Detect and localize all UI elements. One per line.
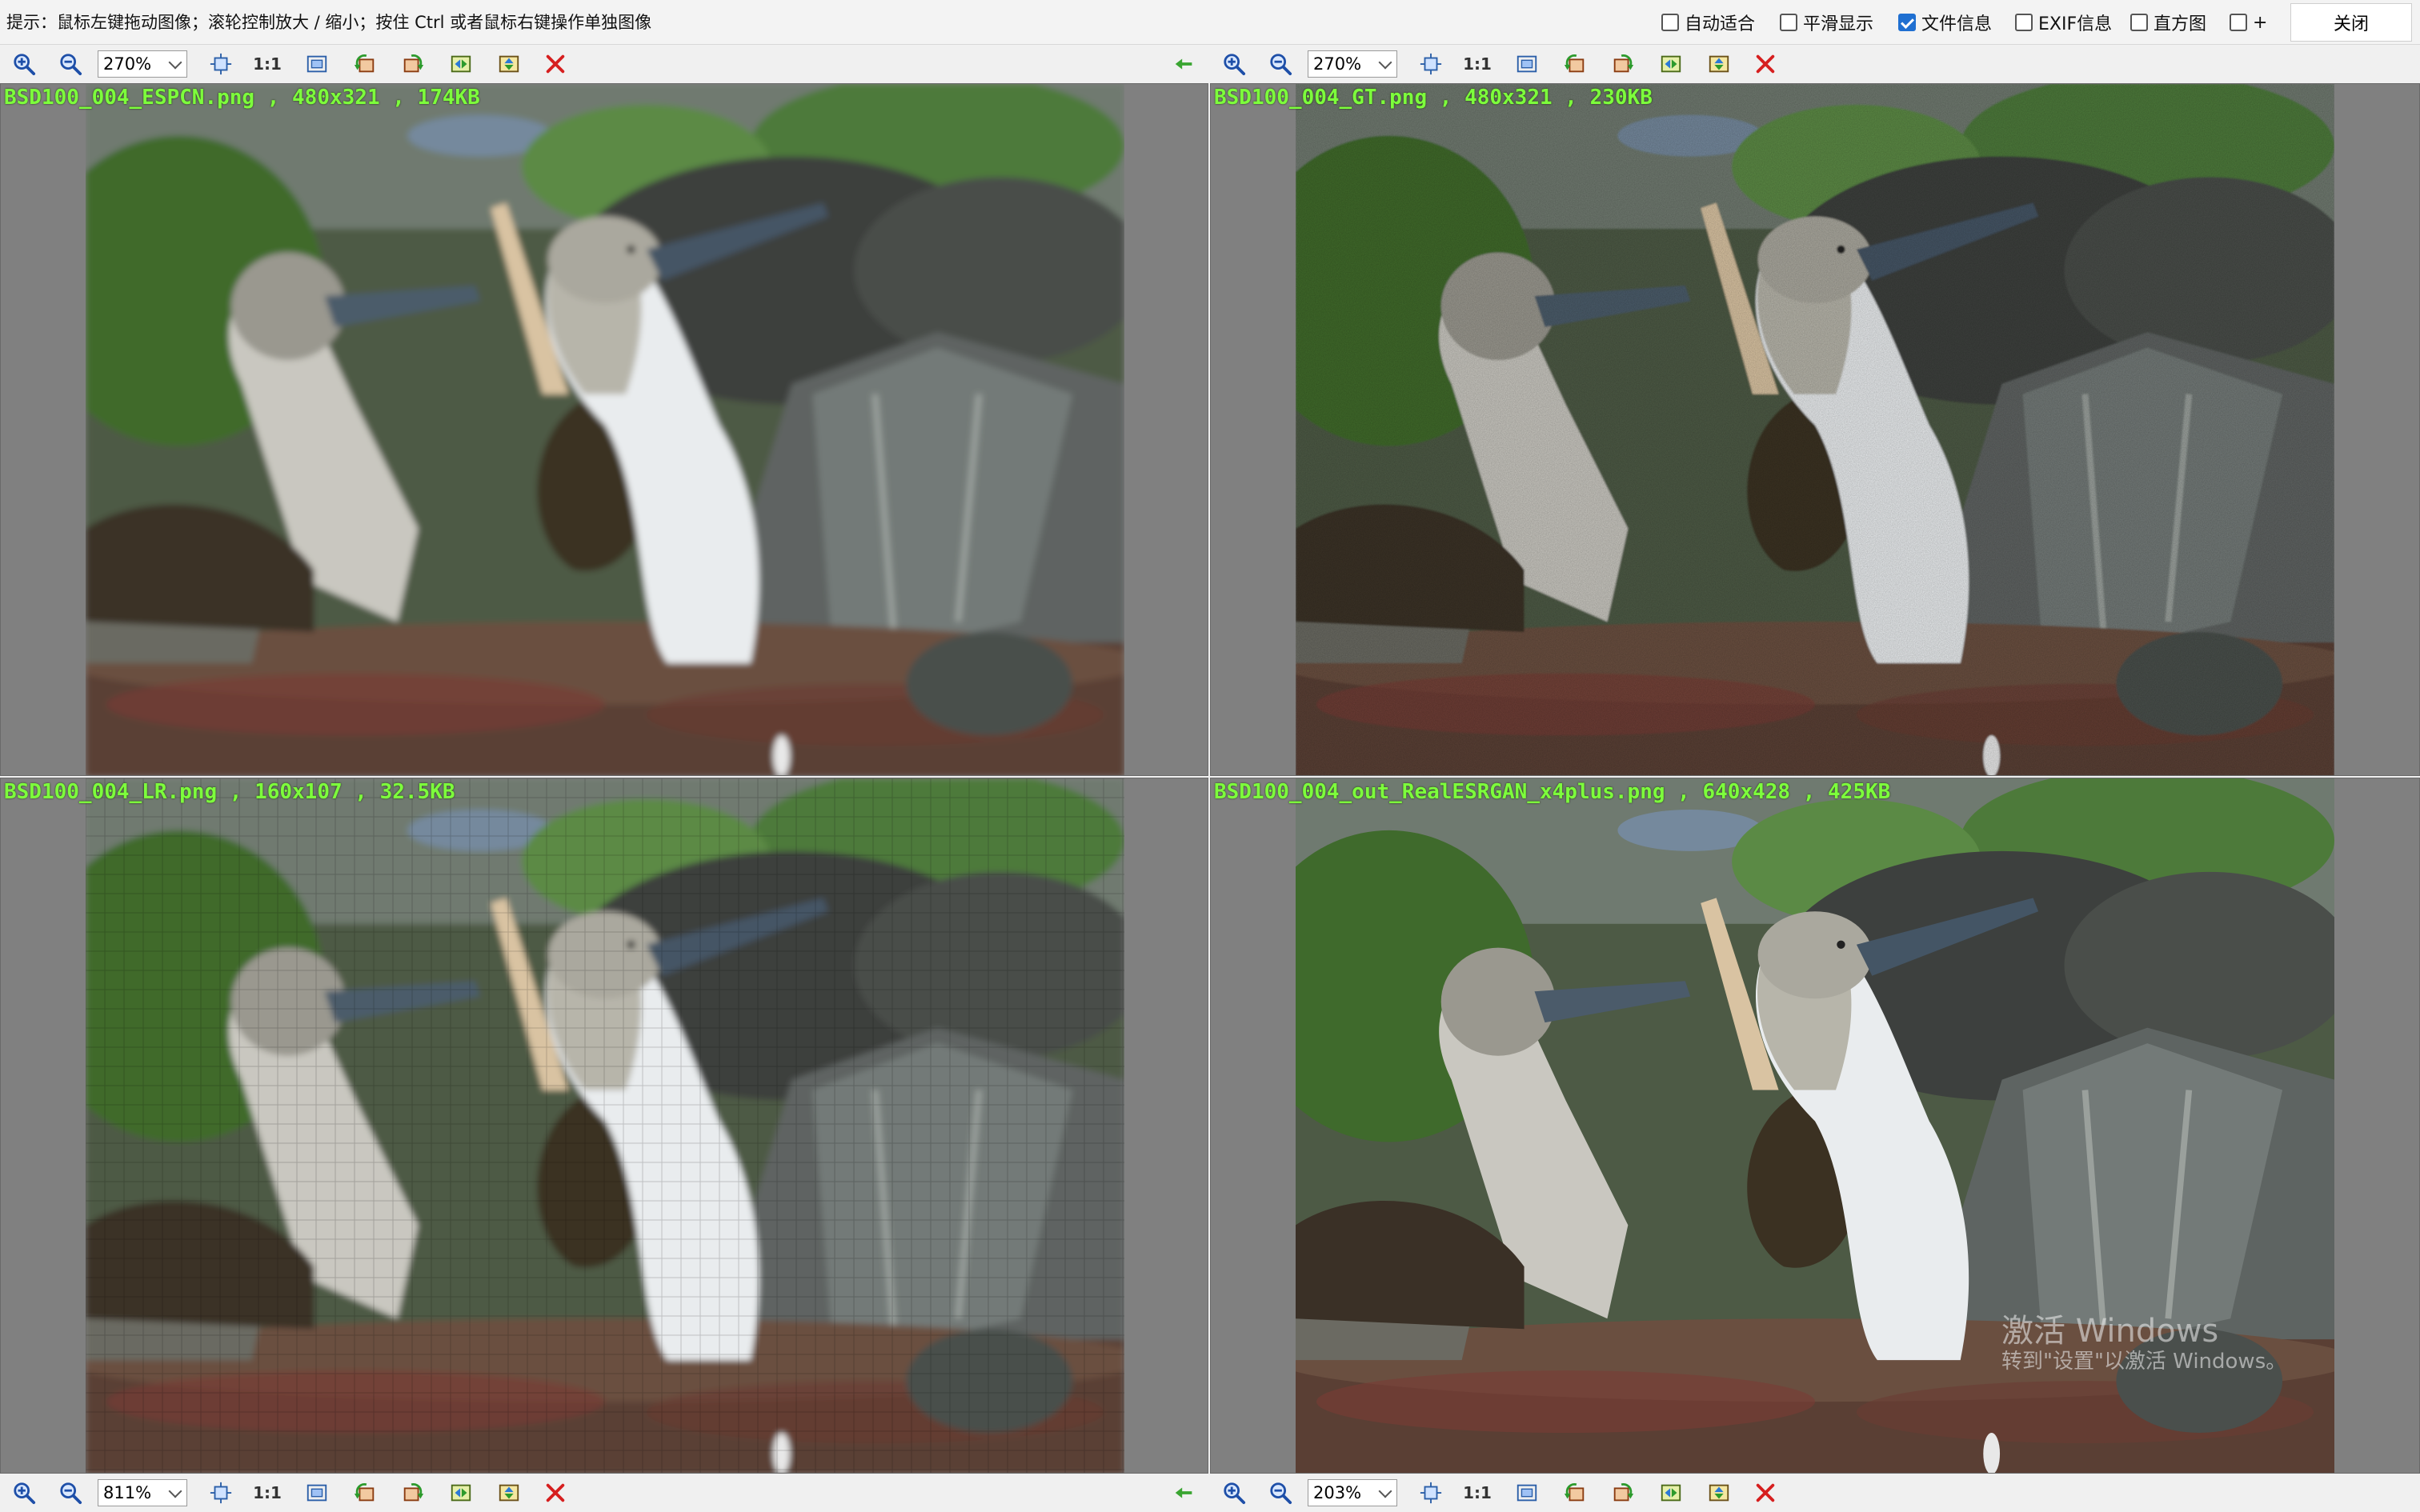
- hint-text: 提示：鼠标左键拖动图像；滚轮控制放大 / 缩小；按住 Ctrl 或者鼠标右键操作…: [6, 13, 652, 32]
- histogram-label: 直方图: [2154, 14, 2207, 34]
- top-hint-bar: 提示：鼠标左键拖动图像；滚轮控制放大 / 缩小；按住 Ctrl 或者鼠标右键操作…: [0, 0, 2420, 45]
- option-auto-fit[interactable]: 自动适合: [1661, 8, 1755, 37]
- fit-window-icon[interactable]: [304, 1480, 330, 1506]
- file-info-checkbox[interactable]: [1898, 14, 1916, 31]
- flip-vertical-icon[interactable]: [1706, 1480, 1732, 1506]
- rotate-right-icon[interactable]: [400, 1480, 426, 1506]
- rotate-left-icon[interactable]: [1562, 1480, 1588, 1506]
- fit-window-icon[interactable]: [1514, 51, 1540, 77]
- rotate-left-icon[interactable]: [352, 1480, 378, 1506]
- exif-info-checkbox[interactable]: [2015, 14, 2033, 31]
- option-smooth-display[interactable]: 平滑显示: [1780, 8, 1873, 37]
- image-panel-gt[interactable]: BSD100_004_GT.png , 480x321 , 230KB: [1210, 83, 2420, 776]
- zoom-level-select[interactable]: 811%: [98, 1479, 187, 1506]
- flip-horizontal-icon[interactable]: [1658, 1480, 1684, 1506]
- file-info-label: 文件信息: [1921, 14, 1993, 34]
- actual-size-button[interactable]: 1:1: [1463, 1480, 1492, 1506]
- image-panel-realesrgan[interactable]: BSD100_004_out_RealESRGAN_x4plus.png , 6…: [1210, 778, 2420, 1474]
- close-button[interactable]: 关闭: [2290, 3, 2412, 42]
- flip-horizontal-icon[interactable]: [448, 1480, 474, 1506]
- flip-vertical-icon[interactable]: [496, 1480, 522, 1506]
- smooth-display-checkbox[interactable]: [1780, 14, 1797, 31]
- image-panel-espcn[interactable]: BSD100_004_ESPCN.png , 480x321 , 174KB: [0, 83, 1208, 776]
- image-panel-lr[interactable]: BSD100_004_LR.png , 160x107 , 32.5KB: [0, 778, 1208, 1474]
- option-histogram[interactable]: 直方图: [2130, 8, 2206, 37]
- option-plus[interactable]: +: [2230, 8, 2267, 37]
- flip-horizontal-icon[interactable]: [1658, 51, 1684, 77]
- zoom-level-select[interactable]: 203%: [1308, 1479, 1397, 1506]
- close-image-icon[interactable]: [1753, 1480, 1778, 1506]
- rotate-right-icon[interactable]: [1610, 51, 1636, 77]
- zoom-out-icon[interactable]: [58, 1480, 83, 1506]
- rotate-right-icon[interactable]: [1610, 1480, 1636, 1506]
- zoom-level-select[interactable]: 270%: [1308, 50, 1397, 78]
- plus-label: +: [2253, 12, 2268, 33]
- actual-size-button[interactable]: 1:1: [1463, 51, 1492, 77]
- zoom-level-value: 811%: [103, 1483, 152, 1502]
- toolbar-bottom-left: 811% 1:1: [0, 1474, 1208, 1512]
- file-info-caption: BSD100_004_ESPCN.png , 480x321 , 174KB: [4, 86, 480, 110]
- plus-checkbox[interactable]: [2230, 14, 2247, 31]
- zoom-level-value: 270%: [103, 54, 152, 74]
- bird-photo: [86, 778, 1124, 1473]
- auto-fit-label: 自动适合: [1685, 14, 1756, 34]
- toolbar-top-left: 270% 1:1: [0, 45, 1208, 83]
- exif-info-label: EXIF信息: [2038, 14, 2113, 34]
- bird-photo: [86, 84, 1124, 775]
- smooth-display-label: 平滑显示: [1803, 14, 1874, 34]
- zoom-out-icon[interactable]: [1268, 51, 1293, 77]
- zoom-level-value: 270%: [1313, 54, 1362, 74]
- zoom-in-icon[interactable]: [11, 1480, 37, 1506]
- option-exif-info[interactable]: EXIF信息: [2015, 8, 2112, 37]
- activation-watermark-text: 转到"设置"以激活 Windows。: [2001, 1350, 2287, 1374]
- file-info-caption: BSD100_004_LR.png , 160x107 , 32.5KB: [4, 780, 455, 804]
- close-image-icon[interactable]: [543, 1480, 568, 1506]
- flip-vertical-icon[interactable]: [1706, 51, 1732, 77]
- rotate-right-icon[interactable]: [400, 51, 426, 77]
- flip-vertical-icon[interactable]: [496, 51, 522, 77]
- close-image-icon[interactable]: [1753, 51, 1778, 77]
- fit-center-icon[interactable]: [1418, 1480, 1444, 1506]
- zoom-level-select[interactable]: 270%: [98, 50, 187, 78]
- actual-size-button[interactable]: 1:1: [253, 51, 282, 77]
- histogram-checkbox[interactable]: [2130, 14, 2148, 31]
- auto-fit-checkbox[interactable]: [1661, 14, 1679, 31]
- file-info-caption: BSD100_004_GT.png , 480x321 , 230KB: [1214, 86, 1653, 110]
- fit-window-icon[interactable]: [304, 51, 330, 77]
- rotate-left-icon[interactable]: [1562, 51, 1588, 77]
- fit-center-icon[interactable]: [1418, 51, 1444, 77]
- rotate-left-icon[interactable]: [352, 51, 378, 77]
- option-file-info[interactable]: 文件信息: [1898, 8, 1992, 37]
- zoom-out-icon[interactable]: [1268, 1480, 1293, 1506]
- sync-arrow-icon[interactable]: [1172, 51, 1197, 77]
- sync-arrow-icon[interactable]: [1172, 1480, 1197, 1506]
- zoom-in-icon[interactable]: [1221, 1480, 1247, 1506]
- zoom-level-value: 203%: [1313, 1483, 1362, 1502]
- close-image-icon[interactable]: [543, 51, 568, 77]
- bird-photo: [1296, 84, 2334, 775]
- toolbar-top-right: 270% 1:1: [1210, 45, 2420, 83]
- zoom-in-icon[interactable]: [1221, 51, 1247, 77]
- fit-center-icon[interactable]: [208, 51, 234, 77]
- flip-horizontal-icon[interactable]: [448, 51, 474, 77]
- zoom-out-icon[interactable]: [58, 51, 83, 77]
- zoom-in-icon[interactable]: [11, 51, 37, 77]
- file-info-caption: BSD100_004_out_RealESRGAN_x4plus.png , 6…: [1214, 780, 1891, 804]
- fit-window-icon[interactable]: [1514, 1480, 1540, 1506]
- fit-center-icon[interactable]: [208, 1480, 234, 1506]
- actual-size-button[interactable]: 1:1: [253, 1480, 282, 1506]
- toolbar-bottom-right: 203% 1:1: [1210, 1474, 2420, 1512]
